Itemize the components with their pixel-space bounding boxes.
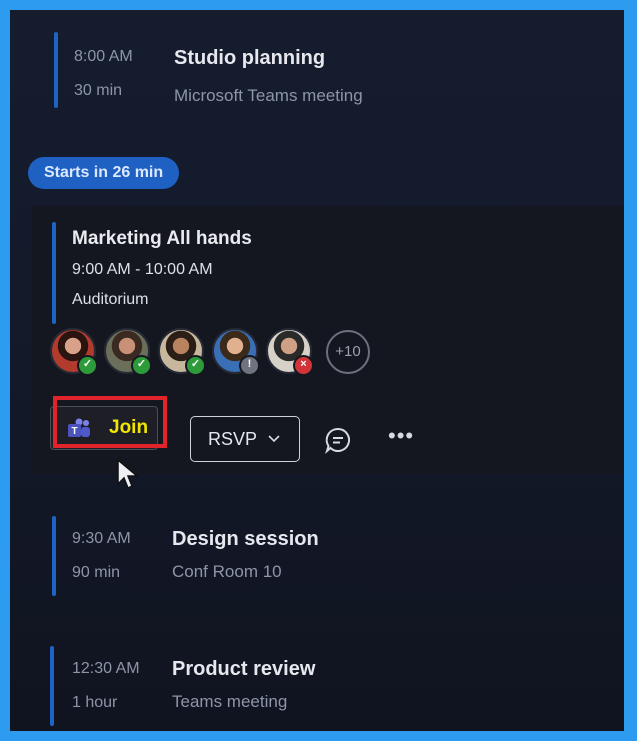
event-duration: 30 min bbox=[74, 82, 123, 99]
event-accent-bar bbox=[52, 222, 56, 324]
event-time: 9:30 AM bbox=[72, 530, 131, 547]
check-icon: ✓ bbox=[131, 355, 152, 376]
agenda-panel: 8:00 AM 30 min Studio planning Microsoft… bbox=[10, 10, 624, 731]
avatar[interactable]: ! bbox=[212, 328, 260, 376]
avatar[interactable]: × bbox=[266, 328, 314, 376]
event-duration: 90 min bbox=[72, 564, 121, 581]
rsvp-label: RSVP bbox=[208, 429, 258, 449]
event-product-review[interactable]: 12:30 AM 1 hour Product review Teams mee… bbox=[10, 630, 624, 731]
event-location: Teams meeting bbox=[172, 692, 288, 711]
event-duration: 1 hour bbox=[72, 694, 118, 711]
event-accent-bar bbox=[54, 32, 58, 108]
join-highlight bbox=[53, 396, 167, 448]
event-title: Studio planning bbox=[174, 47, 326, 69]
avatar[interactable]: ✓ bbox=[50, 328, 98, 376]
event-title: Design session bbox=[172, 528, 319, 550]
event-location: Auditorium bbox=[72, 291, 149, 308]
event-accent-bar bbox=[50, 646, 54, 726]
avatar[interactable]: ✓ bbox=[104, 328, 152, 376]
event-time-range: 9:00 AM - 10:00 AM bbox=[72, 261, 213, 278]
mouse-cursor-icon bbox=[117, 458, 140, 490]
event-location: Conf Room 10 bbox=[172, 562, 282, 581]
avatar[interactable]: ✓ bbox=[158, 328, 206, 376]
rsvp-button[interactable]: RSVP bbox=[190, 416, 300, 462]
event-location: Microsoft Teams meeting bbox=[174, 86, 363, 105]
event-title: Marketing All hands bbox=[72, 228, 252, 249]
chat-icon[interactable] bbox=[324, 426, 352, 454]
starts-soon-badge: Starts in 26 min bbox=[28, 157, 180, 189]
event-time: 12:30 AM bbox=[72, 660, 140, 677]
more-attendees-badge[interactable]: +10 bbox=[326, 330, 370, 374]
event-accent-bar bbox=[52, 516, 56, 596]
event-studio-planning[interactable]: 8:00 AM 30 min Studio planning Microsoft… bbox=[10, 10, 624, 120]
check-icon: ✓ bbox=[185, 355, 206, 376]
chevron-down-icon bbox=[268, 435, 280, 443]
event-time: 8:00 AM bbox=[74, 48, 133, 65]
event-design-session[interactable]: 9:30 AM 90 min Design session Conf Room … bbox=[10, 500, 624, 610]
x-icon: × bbox=[293, 355, 314, 376]
event-title: Product review bbox=[172, 658, 316, 680]
exclamation-icon: ! bbox=[239, 355, 260, 376]
check-icon: ✓ bbox=[77, 355, 98, 376]
more-options-icon[interactable]: ••• bbox=[388, 425, 414, 454]
